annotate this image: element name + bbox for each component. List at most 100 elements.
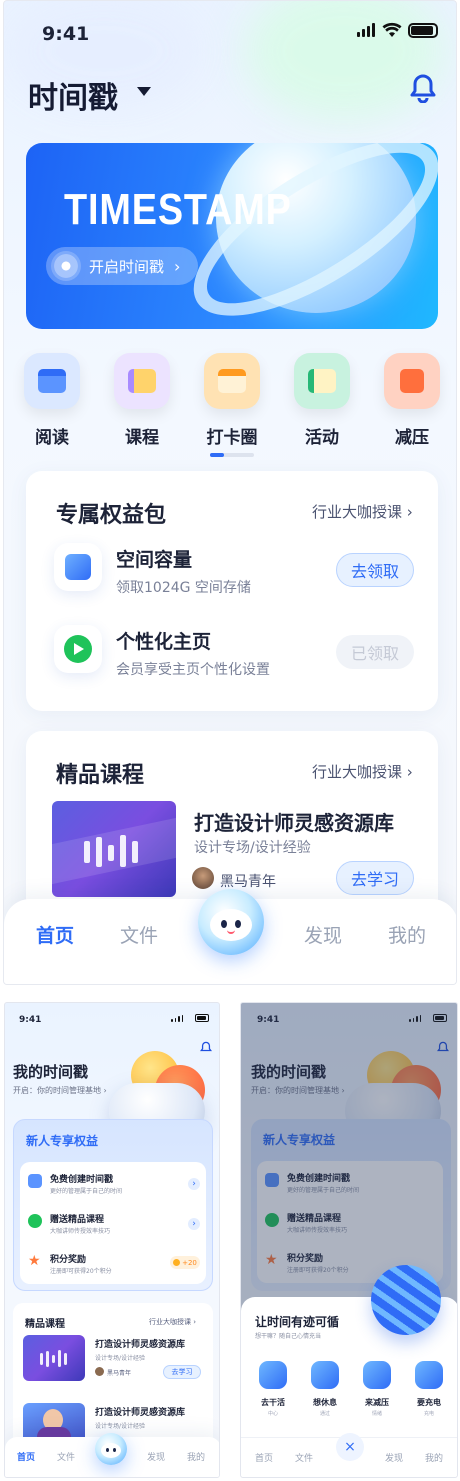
mini1-item3-desc: 注册即可获得20个积分 [50,1268,112,1275]
mini1-tab-discover[interactable]: 发现 [147,1450,165,1463]
tab-discover[interactable]: 发现 [304,921,342,948]
category-read[interactable]: 阅读 [12,353,92,448]
mini1-item2-desc: 大咖讲师传授效率技巧 [50,1228,111,1235]
relax-icon [400,369,424,393]
read-icon [38,369,66,393]
mini2-tab-files[interactable]: 文件 [295,1451,313,1464]
category-relax[interactable]: 减压 [372,353,452,448]
mini1-courses-title: 精品课程 [25,1319,65,1330]
main-screen: 9:41 时间戳 TIMESTAMP 开启时间戳 › 阅读 课程 打卡圈 活动 … [3,0,457,985]
courses-title: 精品课程 [56,763,145,788]
mini1-author-avatar [95,1367,104,1376]
mini1-robot-button[interactable] [95,1433,127,1465]
open-timestamp-label: 开启时间戳 [89,257,165,276]
chevron-right-icon: › [174,256,181,276]
mini1-bell-icon[interactable] [200,1041,212,1054]
mini1-benefits-panel: 新人专享权益 免费创建时间戳 更好的管理属于自己的时间 › 赠送精品课程 大咖讲… [13,1119,213,1291]
category-course[interactable]: 课程 [102,353,182,448]
status-time: 9:41 [42,23,90,45]
homepage-title: 个性化主页 [116,631,212,653]
action-charge[interactable]: 要充电 充电 [407,1361,451,1417]
mini1-course2-title[interactable]: 打造设计师灵感资源库 [95,1405,185,1418]
claim-storage-button[interactable]: 去领取 [336,553,414,587]
open-timestamp-button[interactable]: 开启时间戳 › [46,247,198,285]
mini1-item1-arrow[interactable]: › [188,1178,200,1190]
storage-title: 空间容量 [116,549,193,571]
page-indicator [210,453,254,457]
tab-mine[interactable]: 我的 [388,921,426,948]
homepage-desc: 会员享受主页个性化设置 [116,662,270,678]
category-activity[interactable]: 活动 [282,353,362,448]
close-icon: × [344,1439,356,1455]
mini1-study-button[interactable]: 去学习 [163,1365,201,1379]
close-sheet-button[interactable]: × [336,1433,364,1461]
bell-icon[interactable] [409,73,437,103]
page-title: 时间戳 [28,81,118,116]
mini1-tab-home[interactable]: 首页 [17,1450,35,1463]
course-title[interactable]: 打造设计师灵感资源库 [194,807,394,836]
mini1-course-icon [28,1214,42,1228]
benefits-card: 专属权益包 行业大咖授课 › 空间容量 领取1024G 空间存储 去领取 个性化… [26,471,438,711]
checkin-icon [218,369,246,393]
study-button[interactable]: 去学习 [336,861,414,895]
mini1-item2-title: 赠送精品课程 [50,1215,105,1225]
radar-icon [51,251,81,281]
robot-charge-icon [415,1361,443,1389]
hero-banner[interactable]: TIMESTAMP 开启时间戳 › [26,143,438,329]
chevron-down-icon[interactable] [136,85,152,97]
action-rest[interactable]: 想休息 通过 [303,1361,347,1417]
robot-work-icon [259,1361,287,1389]
mini1-course1-desc: 设计专场/设计经验 [95,1355,146,1362]
mini1-course-cover[interactable] [23,1335,85,1381]
mini1-tab-files[interactable]: 文件 [57,1450,75,1463]
mini2-tab-discover[interactable]: 发现 [385,1451,403,1464]
homepage-icon [54,625,102,673]
signal-icon [357,23,375,37]
mini1-panel-title: 新人专享权益 [26,1134,99,1148]
benefits-link[interactable]: 行业大咖授课 › [312,501,413,522]
mini1-star-icon: ★ [28,1253,41,1269]
mini1-item3-title: 积分奖励 [50,1255,87,1265]
claimed-homepage-button: 已领取 [336,635,414,669]
author-avatar [192,867,214,889]
mini1-signal-icon [171,1015,183,1022]
mini1-subtitle: 开启：你的时间管理基地 › [13,1086,107,1095]
striped-planet-illustration [371,1265,441,1335]
robot-relax-icon [363,1361,391,1389]
mini1-item1-desc: 更好的管理属于自己的时间 [50,1188,123,1195]
courses-link[interactable]: 行业大咖授课 › [312,761,413,782]
course-cover-image[interactable] [52,801,176,897]
robot-rest-icon [311,1361,339,1389]
action-work[interactable]: 去干活 中心 [251,1361,295,1417]
mini-screen-benefits: 9:41 我的时间戳 开启：你的时间管理基地 › 新人专享权益 免费创建时间戳 … [4,1002,220,1478]
mini1-title: 我的时间戳 [13,1063,89,1081]
sheet-subtitle: 想干嘛？随自己心情充当 [255,1333,322,1340]
benefits-title: 专属权益包 [56,503,167,528]
mini1-tab-mine[interactable]: 我的 [187,1450,205,1463]
mini1-item2-arrow[interactable]: › [188,1218,200,1230]
battery-icon [408,23,438,38]
mini1-course1-author: 黑马青年 [107,1370,132,1377]
category-checkin[interactable]: 打卡圈 [192,353,272,448]
action-relax[interactable]: 来减压 情绪 [355,1361,399,1417]
course-desc: 设计专场/设计经验 [194,840,311,856]
category-row: 阅读 课程 打卡圈 活动 减压 [12,353,452,448]
mini1-item1-title: 免费创建时间戳 [50,1175,114,1185]
mini-screen-sheet: 9:41 我的时间戳 开启：你的时间管理基地 › 新人专享权益 免费创建时间戳 … [240,1002,458,1478]
wifi-icon [382,22,402,37]
storage-desc: 领取1024G 空间存储 [116,580,251,596]
course-icon [128,369,156,393]
mini2-tab-mine[interactable]: 我的 [425,1451,443,1464]
mini2-tab-home[interactable]: 首页 [255,1451,273,1464]
sheet-title: 让时间有迹可循 [255,1315,340,1329]
mini1-points-badge: +20 [170,1256,200,1269]
robot-mascot-button[interactable] [198,889,264,955]
mini1-course2-desc: 设计专场/设计经验 [95,1423,146,1430]
storage-icon [54,543,102,591]
activity-icon [308,369,336,393]
tab-files[interactable]: 文件 [120,921,158,948]
mini1-course1-title[interactable]: 打造设计师灵感资源库 [95,1337,185,1350]
course-author: 黑马青年 [220,874,276,890]
tab-home[interactable]: 首页 [36,921,74,948]
mini1-courses-link[interactable]: 行业大咖授课 › [149,1317,196,1327]
